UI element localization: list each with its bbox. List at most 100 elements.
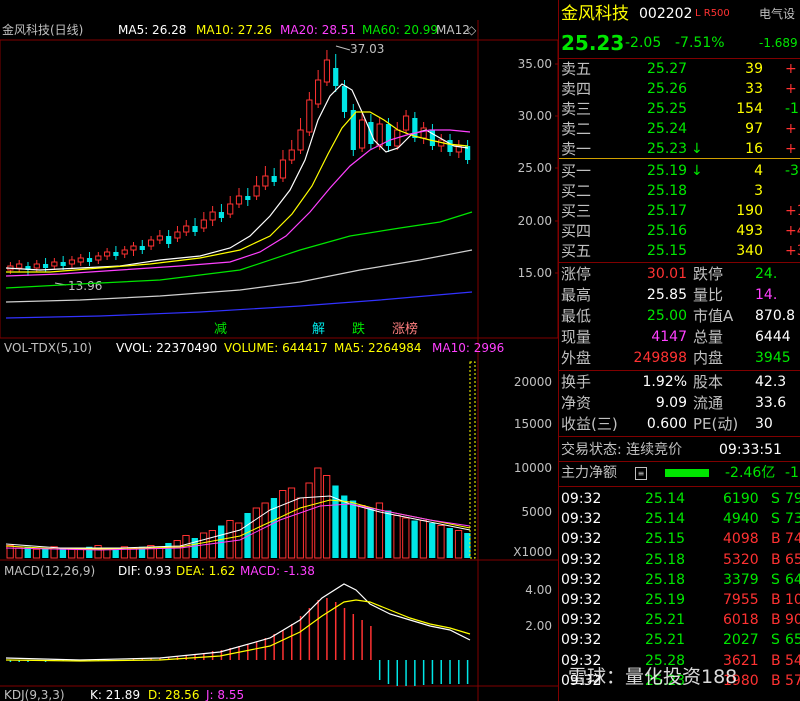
list-icon[interactable]: ≡ xyxy=(635,467,647,480)
tick-price: 25.14 xyxy=(645,511,686,528)
stat-value: 3945 xyxy=(755,350,791,366)
candle-body xyxy=(297,129,304,151)
book-row[interactable]: 卖五 25.27 39 + xyxy=(559,59,800,79)
volume-bar xyxy=(446,528,453,558)
candle-body xyxy=(306,99,313,133)
stat-label: 最低 xyxy=(561,307,592,325)
book-row[interactable]: 卖二 25.24 97 + xyxy=(559,119,800,139)
book-row[interactable]: 卖四 25.26 33 + xyxy=(559,79,800,99)
tick-row[interactable]: 09:32 25.19 7955 B 101 xyxy=(559,590,800,610)
volume-bar xyxy=(287,487,296,559)
book-change: + xyxy=(785,61,797,77)
candle-body xyxy=(130,245,137,251)
stat-label: 外盘 xyxy=(561,349,592,367)
volume-bar xyxy=(94,545,102,559)
volume-bar xyxy=(42,548,49,558)
tick-volume: 4098 xyxy=(723,531,759,548)
stat-label: PE(动) xyxy=(693,415,739,433)
sector-tab[interactable]: 电气设 xyxy=(759,2,795,26)
tick-side: S xyxy=(771,491,780,507)
tick-row[interactable]: 09:32 25.18 5320 B 65 xyxy=(559,550,800,570)
book-price: 25.19 xyxy=(647,163,688,179)
ma5-readout: MA5: 26.28 xyxy=(118,23,186,37)
dea-readout: DEA: 1.62 xyxy=(176,564,235,578)
tick-count: 74 xyxy=(785,531,800,548)
stat-label: 跌停 xyxy=(693,265,724,283)
stat-label: 总量 xyxy=(693,328,724,346)
stat-value: 14. xyxy=(755,287,778,303)
tick-count: 57 xyxy=(785,672,800,689)
trade-status: 交易状态: 连续竞价 xyxy=(561,442,683,458)
candle-body xyxy=(323,59,331,83)
tick-side: S xyxy=(771,511,780,528)
sector-change-pct: -1.689 xyxy=(759,36,798,50)
tick-row[interactable]: 09:32 25.21 6018 B 90 xyxy=(559,610,800,630)
tick-price: 25.18 xyxy=(645,551,686,568)
net-flow-label: 主力净额 xyxy=(561,465,617,481)
volume-bar xyxy=(429,523,436,558)
stat-value: 0.600 xyxy=(646,416,687,432)
stat-row: 净资 9.09 流通 33.6 xyxy=(559,393,800,413)
chart-area[interactable]: 金风科技(日线) MA5: 26.28 MA10: 27.26 MA20: 28… xyxy=(0,0,558,701)
candle-body xyxy=(192,226,198,232)
tick-row[interactable]: 09:32 25.14 4940 S 73 xyxy=(559,509,800,529)
event-tag[interactable]: 跌 xyxy=(352,321,365,337)
book-volume: 4 xyxy=(754,163,763,179)
stat-row: 外盘 249898 内盘 3945 xyxy=(559,348,800,368)
book-price: 25.17 xyxy=(647,203,688,219)
book-label: 买四 xyxy=(561,222,592,240)
book-label: 买一 xyxy=(561,162,592,180)
book-volume: 16 xyxy=(745,141,763,157)
book-label: 买五 xyxy=(561,242,592,260)
event-tag[interactable]: 涨榜 xyxy=(392,321,418,337)
tick-row[interactable]: 09:32 25.18 3379 S 64 xyxy=(559,570,800,590)
net-flow-value: -2.46亿 xyxy=(725,465,776,481)
book-row[interactable]: 买二 25.18 3 xyxy=(559,181,800,201)
volume-bar xyxy=(393,515,401,559)
candle-body xyxy=(218,212,225,218)
stat-value: 30.01 xyxy=(646,266,687,282)
tick-side: B xyxy=(771,652,781,669)
book-row[interactable]: 卖三 25.25 154 -1 xyxy=(559,99,800,119)
d-readout: D: 28.56 xyxy=(148,688,199,701)
tick-row[interactable]: 09:32 25.14 6190 S 79 xyxy=(559,489,800,509)
candle-body xyxy=(33,263,40,269)
y-tick: 25.00 xyxy=(518,161,552,175)
k-readout: K: 21.89 xyxy=(90,688,140,701)
stat-row: 最低 25.00 市值A 870.8 xyxy=(559,306,800,326)
tick-price: 25.21 xyxy=(645,632,686,649)
volume-bar xyxy=(349,500,357,558)
stat-label: 净资 xyxy=(561,394,592,412)
tick-row[interactable]: 09:32 25.21 2027 S 65 xyxy=(559,630,800,650)
ma10-readout: MA10: 27.26 xyxy=(196,23,272,37)
stat-value: 6444 xyxy=(755,329,791,345)
tick-side: S xyxy=(771,571,780,588)
settings-diamond-icon[interactable]: ◇ xyxy=(467,23,477,37)
tick-time: 09:32 xyxy=(561,612,602,629)
book-change: +1 xyxy=(785,203,800,219)
book-row[interactable]: 买一 25.19 ↓ 4 -3 xyxy=(559,161,800,181)
watermark: 雪球：量化投资188 xyxy=(568,666,738,688)
down-arrow-icon: ↓ xyxy=(691,163,703,179)
book-row[interactable]: 买五 25.15 340 +3 xyxy=(559,241,800,261)
book-row[interactable]: 卖一 25.23 ↓ 16 + xyxy=(559,139,800,159)
book-row[interactable]: 买四 25.16 493 +4 xyxy=(559,221,800,241)
event-tag[interactable]: 减 xyxy=(214,322,227,337)
event-tag[interactable]: 解 xyxy=(312,322,325,337)
book-row[interactable]: 买三 25.17 190 +1 xyxy=(559,201,800,221)
candle-body xyxy=(113,252,119,256)
candle-body xyxy=(95,255,102,261)
tick-side: B xyxy=(771,531,781,548)
ma120-readout: MA12 xyxy=(436,23,470,37)
book-price: 25.25 xyxy=(647,101,688,117)
volume-bar xyxy=(15,547,23,559)
volume-bar xyxy=(32,548,41,559)
tick-count: 73 xyxy=(785,511,800,528)
tick-row[interactable]: 09:32 25.15 4098 B 74 xyxy=(559,529,800,549)
stat-value: 25.85 xyxy=(646,287,687,303)
y-tick: 30.00 xyxy=(518,109,552,123)
tick-side: S xyxy=(771,632,780,649)
book-price: 25.15 xyxy=(647,243,688,259)
book-volume: 97 xyxy=(745,121,763,137)
vol-ma5-readout: MA5: 2264984 xyxy=(334,341,422,355)
